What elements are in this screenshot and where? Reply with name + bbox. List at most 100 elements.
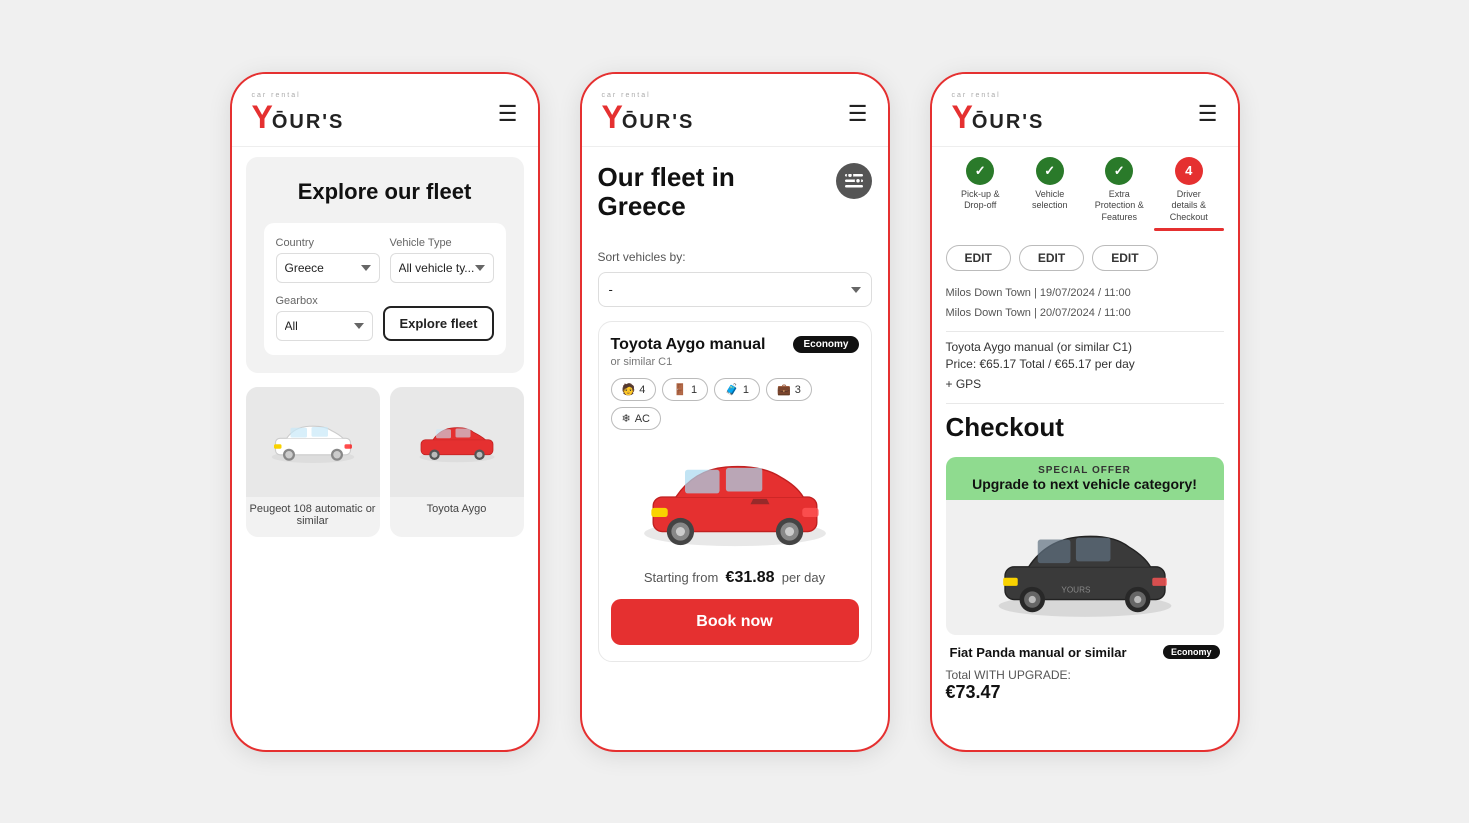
smallbag-count: 3 (795, 384, 801, 396)
price-unit: per day (782, 570, 825, 585)
logo-tagline-2: car rental (602, 92, 651, 99)
book-now-button[interactable]: Book now (611, 599, 859, 645)
logo-3: car rental Y ŌUR'S (952, 92, 1045, 136)
svg-text:YOURS: YOURS (1061, 585, 1091, 594)
step-label-4: Driverdetails &Checkout (1170, 189, 1208, 224)
filter-country-label: Country (276, 237, 380, 249)
phone-screen-3: car rental Y ŌUR'S ☰ ✓ Pick-up &Drop-off… (930, 72, 1240, 752)
filter-vehicletype-label: Vehicle Type (390, 237, 494, 249)
edit-button-1[interactable]: EDIT (946, 245, 1011, 271)
phone-screen-1: car rental Y ŌUR'S ☰ Explore our fleet C… (230, 72, 540, 752)
special-offer-banner: SPECIAL OFFER Upgrade to next vehicle ca… (946, 457, 1224, 500)
step-circle-1: ✓ (966, 157, 994, 185)
car-card-1: Peugeot 108 automatic or similar (246, 387, 380, 537)
logo-text-2: ŌUR'S (622, 111, 695, 134)
feature-seats: 🧑 4 (611, 378, 657, 401)
edit-button-3[interactable]: EDIT (1092, 245, 1157, 271)
booking-pickup: Milos Down Town | 19/07/2024 / 11:00 (946, 285, 1224, 303)
ac-label: AC (635, 413, 650, 425)
logo-y-1: Y (252, 99, 272, 136)
hamburger-menu-3[interactable]: ☰ (1198, 103, 1218, 125)
vehicle-name: Toyota Aygo manual (611, 336, 766, 354)
car-image-1 (246, 387, 380, 497)
door-icon: 🚪 (673, 383, 687, 396)
checkout-title: Checkout (946, 412, 1224, 443)
screen1-title: Explore our fleet (264, 179, 506, 205)
step-circle-3: ✓ (1105, 157, 1133, 185)
screen3-body: ✓ Pick-up &Drop-off ✓ Vehicleselection ✓… (932, 147, 1238, 703)
step-underline-2 (1015, 216, 1085, 219)
seat-count: 4 (639, 384, 645, 396)
special-offer-message: Upgrade to next vehicle category! (954, 476, 1216, 492)
price-from-label: Starting from (644, 570, 718, 585)
feature-smallbag: 💼 3 (766, 378, 812, 401)
header-2: car rental Y ŌUR'S ☰ (582, 74, 888, 146)
edit-button-2[interactable]: EDIT (1019, 245, 1084, 271)
feature-doors: 🚪 1 (662, 378, 708, 401)
feature-ac: ❄ AC (611, 407, 662, 430)
screen2-body: Our fleet inGreece Sort vehicles by: - (582, 147, 888, 663)
logo-tagline-1: car rental (252, 92, 301, 99)
step-4: 4 Driverdetails &Checkout (1154, 157, 1224, 231)
edit-buttons-row: EDIT EDIT EDIT (946, 245, 1224, 271)
step-underline-1 (946, 216, 1016, 219)
logo-text-1: ŌUR'S (272, 111, 345, 134)
upgrade-car-image: YOURS (946, 500, 1224, 635)
step-circle-4: 4 (1175, 157, 1203, 185)
logo-tagline-3: car rental (952, 92, 1001, 99)
car-card-2: Toyota Aygo (390, 387, 524, 537)
vehicle-card-header: Toyota Aygo manual Economy (611, 336, 859, 354)
car-label-1: Peugeot 108 automatic or similar (246, 497, 380, 527)
upgrade-car-footer: Fiat Panda manual or similar Economy (946, 645, 1224, 660)
booking-extras: + GPS (946, 377, 1224, 391)
filter-gearbox-col: Gearbox All (276, 295, 374, 341)
filter-country-col: Country Greece (276, 237, 380, 283)
smallbag-icon: 💼 (777, 383, 791, 396)
pricing-row: Starting from €31.88 per day (611, 569, 859, 587)
sort-select-row: - (598, 272, 872, 307)
gearbox-select[interactable]: All (276, 311, 374, 341)
step-underline-3 (1085, 228, 1155, 231)
vehicle-badge: Economy (793, 336, 858, 353)
filter-section: Country Greece Vehicle Type All vehicle … (264, 223, 506, 355)
filter-vehicletype-col: Vehicle Type All vehicle ty... (390, 237, 494, 283)
filter-gearbox-row: Gearbox All Explore fleet (276, 295, 494, 341)
logo-y-2: Y (602, 99, 622, 136)
filter-button[interactable] (836, 163, 872, 199)
phone-screen-2: car rental Y ŌUR'S ☰ Our fleet inGreece (580, 72, 890, 752)
vehicle-similar: or similar C1 (611, 356, 859, 368)
step-circle-2: ✓ (1036, 157, 1064, 185)
header-1: car rental Y ŌUR'S ☰ (232, 74, 538, 146)
bigbag-count: 1 (743, 384, 749, 396)
step-3: ✓ ExtraProtection &Features (1085, 157, 1155, 231)
sort-row: Sort vehicles by: (598, 250, 872, 264)
logo-2: car rental Y ŌUR'S (602, 92, 695, 136)
door-count: 1 (691, 384, 697, 396)
seat-icon: 🧑 (622, 383, 636, 396)
sort-label: Sort vehicles by: (598, 250, 686, 264)
logo-1: car rental Y ŌUR'S (252, 92, 345, 136)
filter-gearbox-label: Gearbox (276, 295, 374, 307)
car-label-2: Toyota Aygo (423, 497, 491, 515)
steps-bar: ✓ Pick-up &Drop-off ✓ Vehicleselection ✓… (946, 157, 1224, 231)
step-1: ✓ Pick-up &Drop-off (946, 157, 1016, 219)
hamburger-menu-2[interactable]: ☰ (848, 103, 868, 125)
vehicle-type-select[interactable]: All vehicle ty... (390, 253, 494, 283)
booking-divider (946, 331, 1224, 332)
step-2: ✓ Vehicleselection (1015, 157, 1085, 219)
cars-grid: Peugeot 108 automatic or similar (246, 387, 524, 537)
hamburger-menu-1[interactable]: ☰ (498, 103, 518, 125)
price-value: €31.88 (726, 569, 775, 586)
vehicle-card: Toyota Aygo manual Economy or similar C1… (598, 321, 872, 662)
upgrade-car-name: Fiat Panda manual or similar (950, 645, 1127, 660)
ac-icon: ❄ (622, 412, 631, 425)
vehicle-features: 🧑 4 🚪 1 🧳 1 💼 3 ❄ AC (611, 378, 859, 430)
vehicle-image (611, 442, 859, 557)
fleet-title: Our fleet inGreece (598, 163, 735, 223)
screens-container: car rental Y ŌUR'S ☰ Explore our fleet C… (230, 72, 1240, 752)
explore-fleet-button[interactable]: Explore fleet (383, 306, 493, 341)
car-image-2 (390, 387, 524, 497)
header-3: car rental Y ŌUR'S ☰ (932, 74, 1238, 146)
sort-select[interactable]: - (598, 272, 872, 307)
country-select[interactable]: Greece (276, 253, 380, 283)
